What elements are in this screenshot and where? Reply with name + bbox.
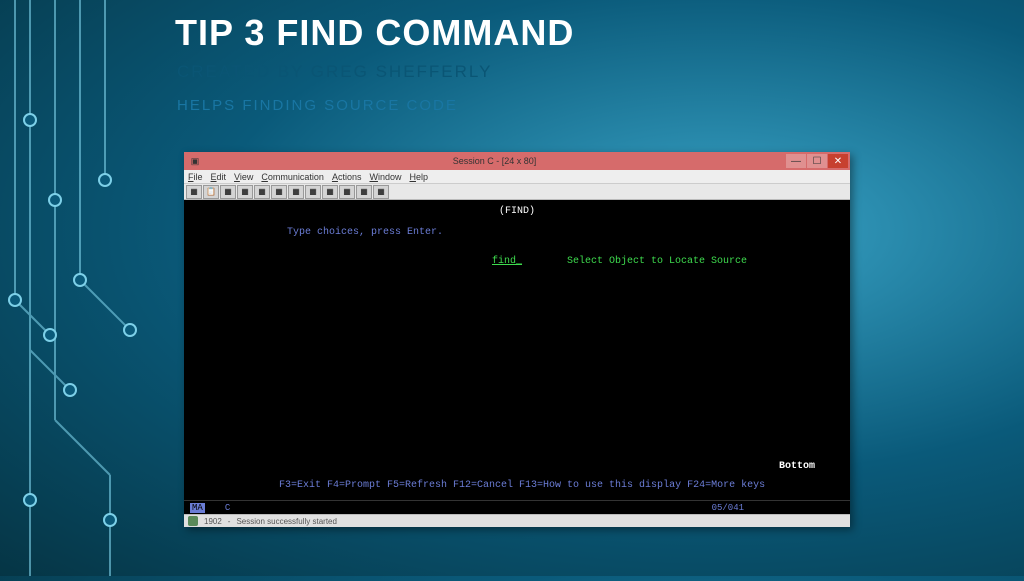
toolbar-btn-1[interactable]: ▦ xyxy=(186,185,202,199)
toolbar-btn-5[interactable]: ▦ xyxy=(254,185,270,199)
window-statusbar: 1902 - Session successfully started xyxy=(184,514,850,527)
window-icon: ▣ xyxy=(186,156,204,167)
close-button[interactable]: ✕ xyxy=(828,154,848,168)
toolbar: ▦ 📋 ▦ ▦ ▦ ▦ ▦ ▦ ▦ ▦ ▦ ▦ xyxy=(184,184,850,200)
window-title: Session C - [24 x 80] xyxy=(204,156,785,166)
status-icon xyxy=(188,516,198,526)
window-titlebar[interactable]: ▣ Session C - [24 x 80] — ☐ ✕ xyxy=(184,152,850,170)
terminal-status-line: MA C 05/041 xyxy=(184,500,850,514)
status-message: Session successfully started xyxy=(236,517,337,526)
status-cursor-position: 05/041 xyxy=(712,503,744,513)
maximize-button[interactable]: ☐ xyxy=(807,154,827,168)
slide-author: CREATED BY GREG SHEFFERLY xyxy=(177,62,492,82)
toolbar-btn-3[interactable]: ▦ xyxy=(220,185,236,199)
terminal-input-field[interactable]: find_ xyxy=(492,256,547,267)
menu-help[interactable]: Help xyxy=(409,172,428,182)
terminal-screen[interactable]: (FIND) Type choices, press Enter. find_ … xyxy=(184,200,850,500)
circuit-decoration xyxy=(0,0,180,576)
terminal-function-keys: F3=Exit F4=Prompt F5=Refresh F12=Cancel … xyxy=(279,479,840,492)
toolbar-btn-10[interactable]: ▦ xyxy=(339,185,355,199)
status-session: C xyxy=(225,503,230,513)
terminal-window: ▣ Session C - [24 x 80] — ☐ ✕ File Edit … xyxy=(184,152,850,527)
minimize-button[interactable]: — xyxy=(786,154,806,168)
slide-title: TIP 3 FIND COMMAND xyxy=(175,12,574,54)
menu-file[interactable]: File xyxy=(188,172,203,182)
menu-window[interactable]: Window xyxy=(369,172,401,182)
toolbar-btn-6[interactable]: ▦ xyxy=(271,185,287,199)
menubar: File Edit View Communication Actions Win… xyxy=(184,170,850,184)
menu-communication[interactable]: Communication xyxy=(261,172,324,182)
terminal-input-description: Select Object to Locate Source xyxy=(567,256,747,267)
toolbar-btn-9[interactable]: ▦ xyxy=(322,185,338,199)
menu-view[interactable]: View xyxy=(234,172,253,182)
terminal-header: (FIND) xyxy=(192,206,842,217)
toolbar-btn-2[interactable]: 📋 xyxy=(203,185,219,199)
toolbar-btn-4[interactable]: ▦ xyxy=(237,185,253,199)
toolbar-btn-11[interactable]: ▦ xyxy=(356,185,372,199)
slide-description: HELPS FINDING SOURCE CODE xyxy=(177,97,458,114)
status-code: 1902 xyxy=(204,517,222,526)
menu-edit[interactable]: Edit xyxy=(211,172,227,182)
terminal-bottom-label: Bottom xyxy=(779,461,815,472)
terminal-prompt: Type choices, press Enter. xyxy=(287,227,842,238)
toolbar-btn-8[interactable]: ▦ xyxy=(305,185,321,199)
toolbar-btn-7[interactable]: ▦ xyxy=(288,185,304,199)
status-mode: MA xyxy=(190,503,205,513)
toolbar-btn-12[interactable]: ▦ xyxy=(373,185,389,199)
menu-actions[interactable]: Actions xyxy=(332,172,362,182)
